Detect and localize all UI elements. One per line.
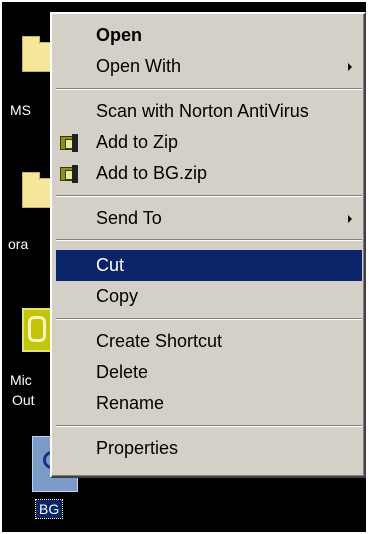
desktop: MS ora Mic Out BG Open Open With Scan wi… (2, 2, 366, 532)
menu-item-copy[interactable]: Copy (56, 281, 362, 312)
menu-item-open-with[interactable]: Open With (56, 51, 362, 82)
menu-separator (56, 239, 362, 241)
menu-item-rename[interactable]: Rename (56, 388, 362, 419)
desktop-icon-label-ora[interactable]: ora (8, 236, 28, 252)
menu-item-add-to-bg-zip[interactable]: Add to BG.zip (56, 158, 362, 189)
desktop-icon-label-out[interactable]: Out (12, 392, 35, 408)
winzip-icon (60, 165, 80, 183)
desktop-icon-label-mic[interactable]: Mic (10, 372, 32, 388)
winzip-icon (60, 134, 80, 152)
menu-item-send-to[interactable]: Send To (56, 203, 362, 234)
submenu-arrow-icon (348, 63, 352, 71)
context-menu: Open Open With Scan with Norton AntiViru… (50, 12, 366, 478)
menu-item-open[interactable]: Open (56, 20, 362, 51)
menu-item-add-to-zip[interactable]: Add to Zip (56, 127, 362, 158)
submenu-arrow-icon (348, 215, 352, 223)
menu-item-delete[interactable]: Delete (56, 357, 362, 388)
menu-separator (56, 425, 362, 427)
menu-separator (56, 195, 362, 197)
menu-item-scan-norton[interactable]: Scan with Norton AntiVirus (56, 96, 362, 127)
menu-separator (56, 318, 362, 320)
desktop-icon-label-ms[interactable]: MS (10, 102, 31, 118)
menu-item-properties[interactable]: Properties (56, 433, 362, 464)
menu-separator (56, 88, 362, 90)
outlook-icon[interactable] (22, 308, 52, 352)
menu-item-cut[interactable]: Cut (56, 250, 362, 281)
desktop-icon-label-bg[interactable]: BG (34, 499, 64, 519)
menu-item-create-shortcut[interactable]: Create Shortcut (56, 326, 362, 357)
